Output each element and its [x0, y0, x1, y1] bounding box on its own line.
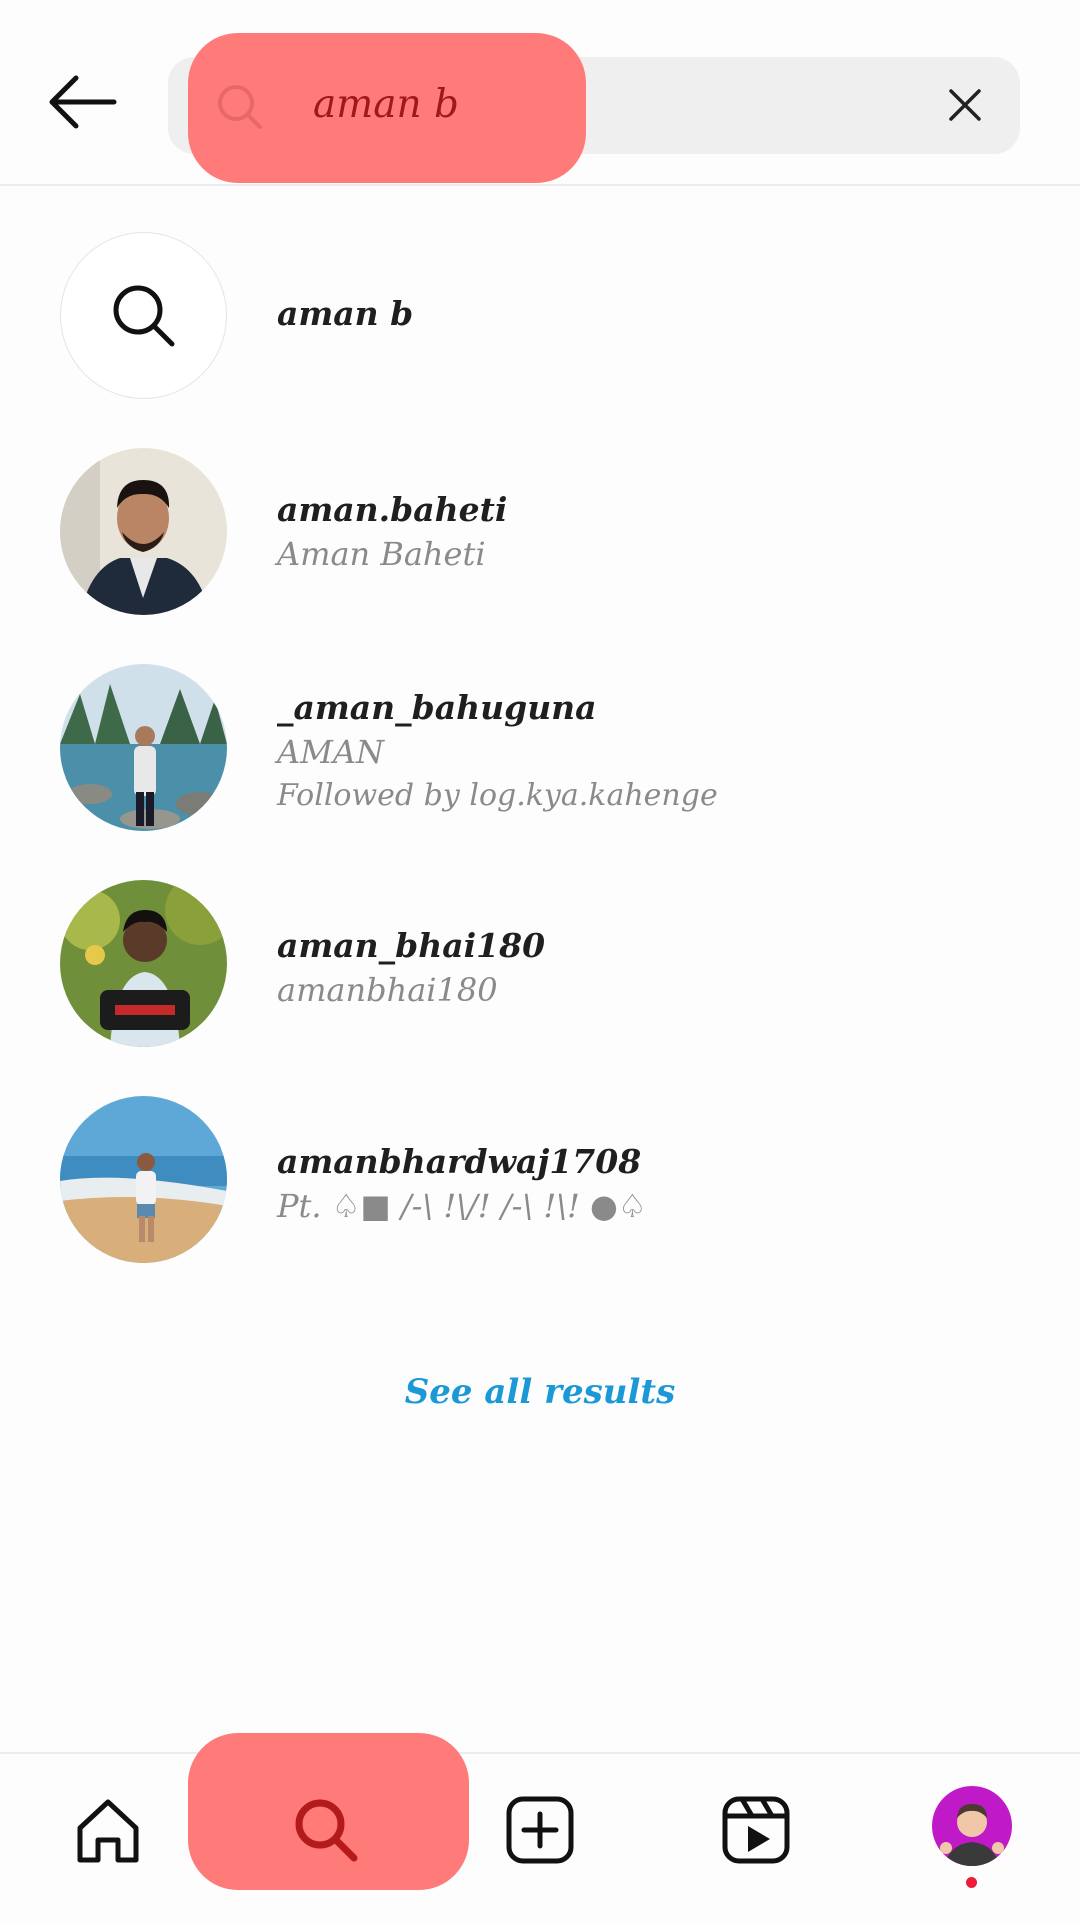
- username: aman.baheti: [277, 490, 508, 529]
- full-name: amanbhai180: [277, 971, 498, 1009]
- search-query-text[interactable]: aman b: [313, 80, 459, 130]
- reels-icon: [722, 1796, 790, 1864]
- avatar: [60, 880, 227, 1047]
- keyword-text: aman b: [277, 294, 414, 333]
- keyword-suggestion-row[interactable]: aman b: [0, 232, 1080, 422]
- search-icon: [295, 1799, 358, 1862]
- close-icon: [949, 89, 981, 121]
- username: _aman_bahuguna: [277, 688, 597, 727]
- nav-create[interactable]: [500, 1790, 580, 1870]
- search-icon: [113, 285, 174, 346]
- avatar: [60, 664, 227, 831]
- followed-by-text: Followed by log.kya.kahenge: [277, 778, 718, 813]
- back-button[interactable]: [38, 62, 126, 142]
- keyword-search-circle: [60, 232, 227, 399]
- nav-reels[interactable]: [716, 1790, 796, 1870]
- home-icon: [77, 1799, 139, 1863]
- username: amanbhardwaj1708: [277, 1142, 642, 1181]
- list-item[interactable]: aman_bhai180 amanbhai180: [0, 880, 1080, 1070]
- nav-home[interactable]: [68, 1790, 148, 1870]
- notification-dot: [966, 1877, 977, 1888]
- avatar: [60, 1096, 227, 1263]
- clear-search-button[interactable]: [940, 80, 990, 130]
- list-item[interactable]: _aman_bahuguna AMAN Followed by log.kya.…: [0, 664, 1080, 854]
- create-icon: [506, 1796, 574, 1864]
- full-name: Pt. ♤■ /-\ !\/! /-\ !\! ●♤: [277, 1187, 647, 1225]
- search-icon: [218, 85, 262, 129]
- username: aman_bhai180: [277, 926, 546, 965]
- full-name: AMAN: [277, 733, 384, 771]
- back-arrow-icon: [49, 75, 117, 129]
- profile-avatar[interactable]: [932, 1786, 1012, 1866]
- see-all-results-link[interactable]: See all results: [0, 1372, 1080, 1412]
- list-item[interactable]: amanbhardwaj1708 Pt. ♤■ /-\ !\/! /-\ !\!…: [0, 1096, 1080, 1286]
- list-item[interactable]: aman.baheti Aman Baheti: [0, 448, 1080, 638]
- nav-search[interactable]: [286, 1790, 366, 1870]
- full-name: Aman Baheti: [277, 535, 486, 573]
- avatar: [60, 448, 227, 615]
